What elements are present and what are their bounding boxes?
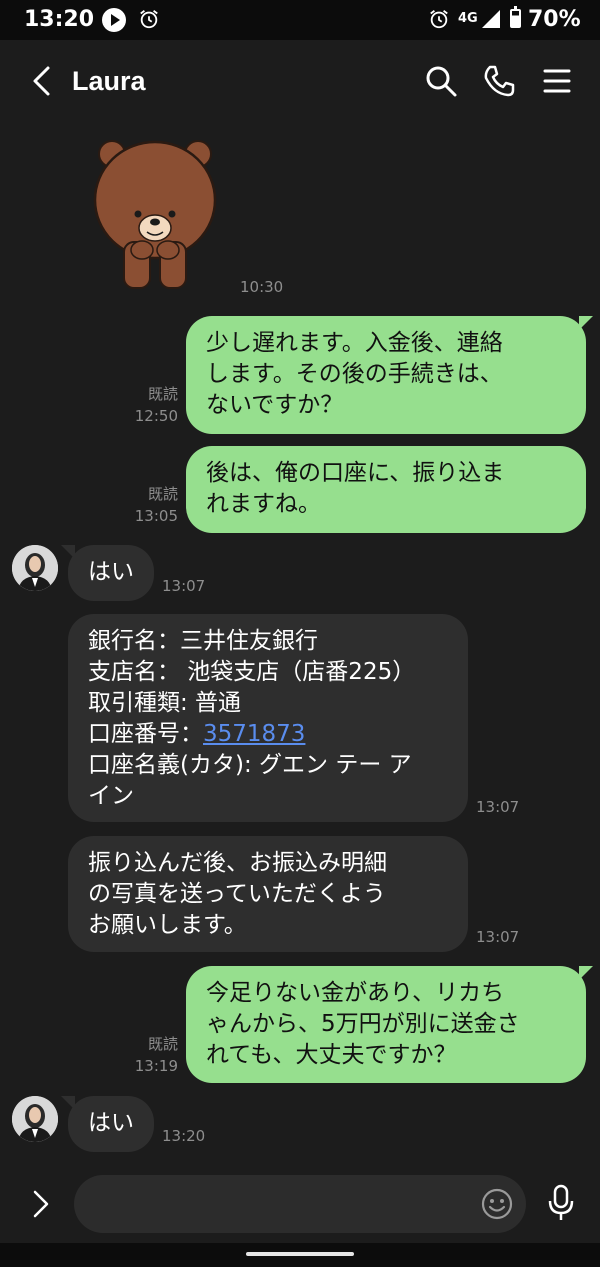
message-input-bar (0, 1165, 600, 1243)
microphone-icon[interactable] (546, 1183, 576, 1223)
emoji-icon[interactable] (480, 1187, 514, 1221)
account-number-link[interactable]: 3571873 (203, 721, 305, 747)
message-line: します。その後の手続きは、 (206, 361, 503, 387)
navigation-bar (0, 1243, 600, 1267)
chevron-right-icon[interactable] (28, 1187, 54, 1221)
message-line: はい (88, 559, 134, 585)
status-bar: 13:20 4G 70% (0, 0, 600, 40)
chat-header: Laura (0, 40, 600, 124)
network-type: 4G (458, 11, 478, 26)
alarm-icon (430, 10, 448, 29)
message-line: 銀行名：三井住友銀行 (88, 628, 318, 654)
play-icon (102, 8, 126, 32)
message-line: お願いします。 (88, 912, 247, 938)
message-time: 10:30 (240, 278, 284, 296)
message-meta: 既読 13:05 (120, 483, 178, 527)
home-indicator[interactable] (246, 1252, 354, 1256)
contact-name: Laura (72, 66, 146, 96)
battery-icon (510, 6, 521, 28)
menu-icon[interactable] (540, 64, 574, 98)
message-bubble-incoming[interactable]: はい (61, 1096, 154, 1152)
search-icon[interactable] (424, 64, 458, 98)
avatar[interactable] (12, 1096, 58, 1142)
avatar[interactable] (12, 545, 58, 591)
message-bubble-outgoing[interactable]: 今足りない金があり、リカち ゃんから、5万円が別に送金さ れても、大丈夫ですか？ (186, 966, 593, 1083)
message-line-prefix: 口座番号： (88, 721, 203, 747)
message-time: 13:19 (134, 1057, 178, 1075)
message-line: 支店名： 池袋支店（店番225） (88, 659, 416, 685)
avatar-image (12, 1096, 58, 1142)
back-icon[interactable] (28, 64, 56, 98)
message-time: 13:07 (476, 928, 520, 946)
message-line: ゃんから、5万円が別に送金さ (206, 1011, 520, 1037)
message-line: 後は、俺の口座に、振り込ま (206, 460, 505, 486)
message-time: 13:20 (162, 1127, 206, 1145)
message-bubble-outgoing[interactable]: 少し遅れます。入金後、連絡 します。その後の手続きは、 ないですか？ (186, 316, 593, 434)
read-receipt: 既読 (147, 385, 178, 403)
message-time: 13:07 (476, 798, 520, 816)
message-time: 12:50 (134, 407, 178, 425)
message-line: の写真を送っていただくよう (88, 881, 386, 907)
message-bubble-incoming[interactable]: 銀行名：三井住友銀行 支店名： 池袋支店（店番225） 取引種類: 普通 口座番… (68, 614, 468, 822)
message-line: 口座名義(カタ): グエン テー ア (88, 752, 412, 778)
battery-percent: 70% (528, 7, 581, 32)
message-line: イン (88, 783, 134, 809)
message-bubble-incoming[interactable]: 振り込んだ後、お振込み明細 の写真を送っていただくよう お願いします。 (68, 836, 468, 952)
alarm-icon (140, 10, 158, 29)
message-line: 取引種類: 普通 (88, 690, 242, 716)
message-bubble-outgoing[interactable]: 後は、俺の口座に、振り込ま れますね。 (186, 446, 586, 533)
message-bubble-incoming[interactable]: はい (61, 545, 154, 601)
bear-sticker[interactable] (90, 132, 220, 292)
message-line: 今足りない金があり、リカち (206, 980, 505, 1006)
signal-icon (482, 10, 500, 28)
message-input[interactable] (74, 1175, 526, 1233)
read-receipt: 既読 (147, 1035, 178, 1053)
message-line: れますね。 (206, 491, 321, 517)
message-line: れても、大丈夫ですか？ (206, 1042, 457, 1068)
message-line: 振り込んだ後、お振込み明細 (88, 850, 387, 876)
message-line: 口座番号：3571873 (88, 719, 448, 750)
phone-icon[interactable] (482, 64, 516, 98)
status-time: 13:20 (24, 7, 95, 32)
read-receipt: 既読 (147, 485, 178, 503)
message-line: 少し遅れます。入金後、連絡 (206, 330, 503, 356)
message-line: はい (88, 1110, 134, 1136)
message-meta: 既読 12:50 (120, 383, 178, 427)
message-time: 13:05 (134, 507, 178, 525)
avatar-image (12, 545, 58, 591)
message-time: 13:07 (162, 577, 206, 595)
message-line: ないですか？ (206, 392, 344, 418)
message-meta: 既読 13:19 (120, 1033, 178, 1077)
